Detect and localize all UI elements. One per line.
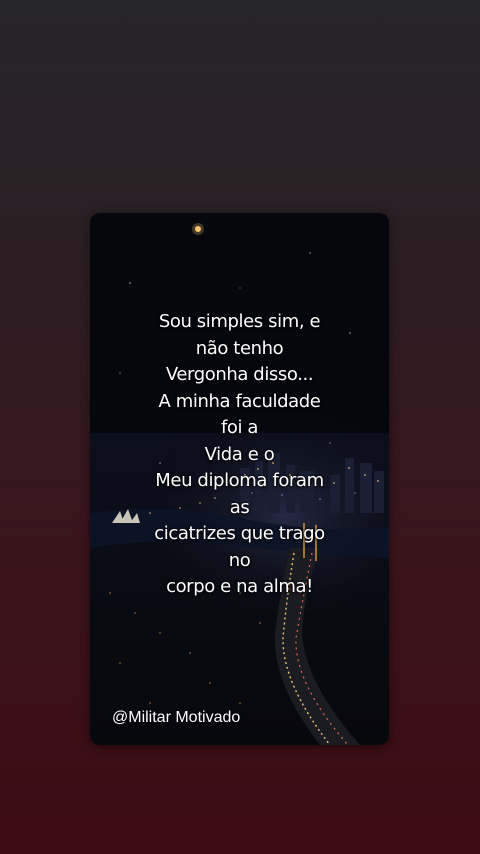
author-watermark[interactable]: @Militar Motivado [112,709,240,727]
quote-line: Sou simples sim, e [158,311,321,332]
quote-text: Sou simples sim, e não tenho Vergonha di… [90,309,389,601]
quote-line: corpo e na alma! [166,576,313,597]
quote-line: cicatrizes que trago [154,523,325,544]
quote-line: foi a [220,417,259,438]
quote-line: Vergonha disso... [165,364,314,385]
quote-line: A minha faculdade [158,390,321,412]
quote-line: Meu diploma foram [155,470,324,491]
quote-line: as [229,496,250,518]
quote-line: não tenho [195,337,284,359]
quote-line: no [228,549,251,571]
quote-line: Vida e o [204,443,275,465]
story-card[interactable]: Sou simples sim, e não tenho Vergonha di… [90,213,389,745]
